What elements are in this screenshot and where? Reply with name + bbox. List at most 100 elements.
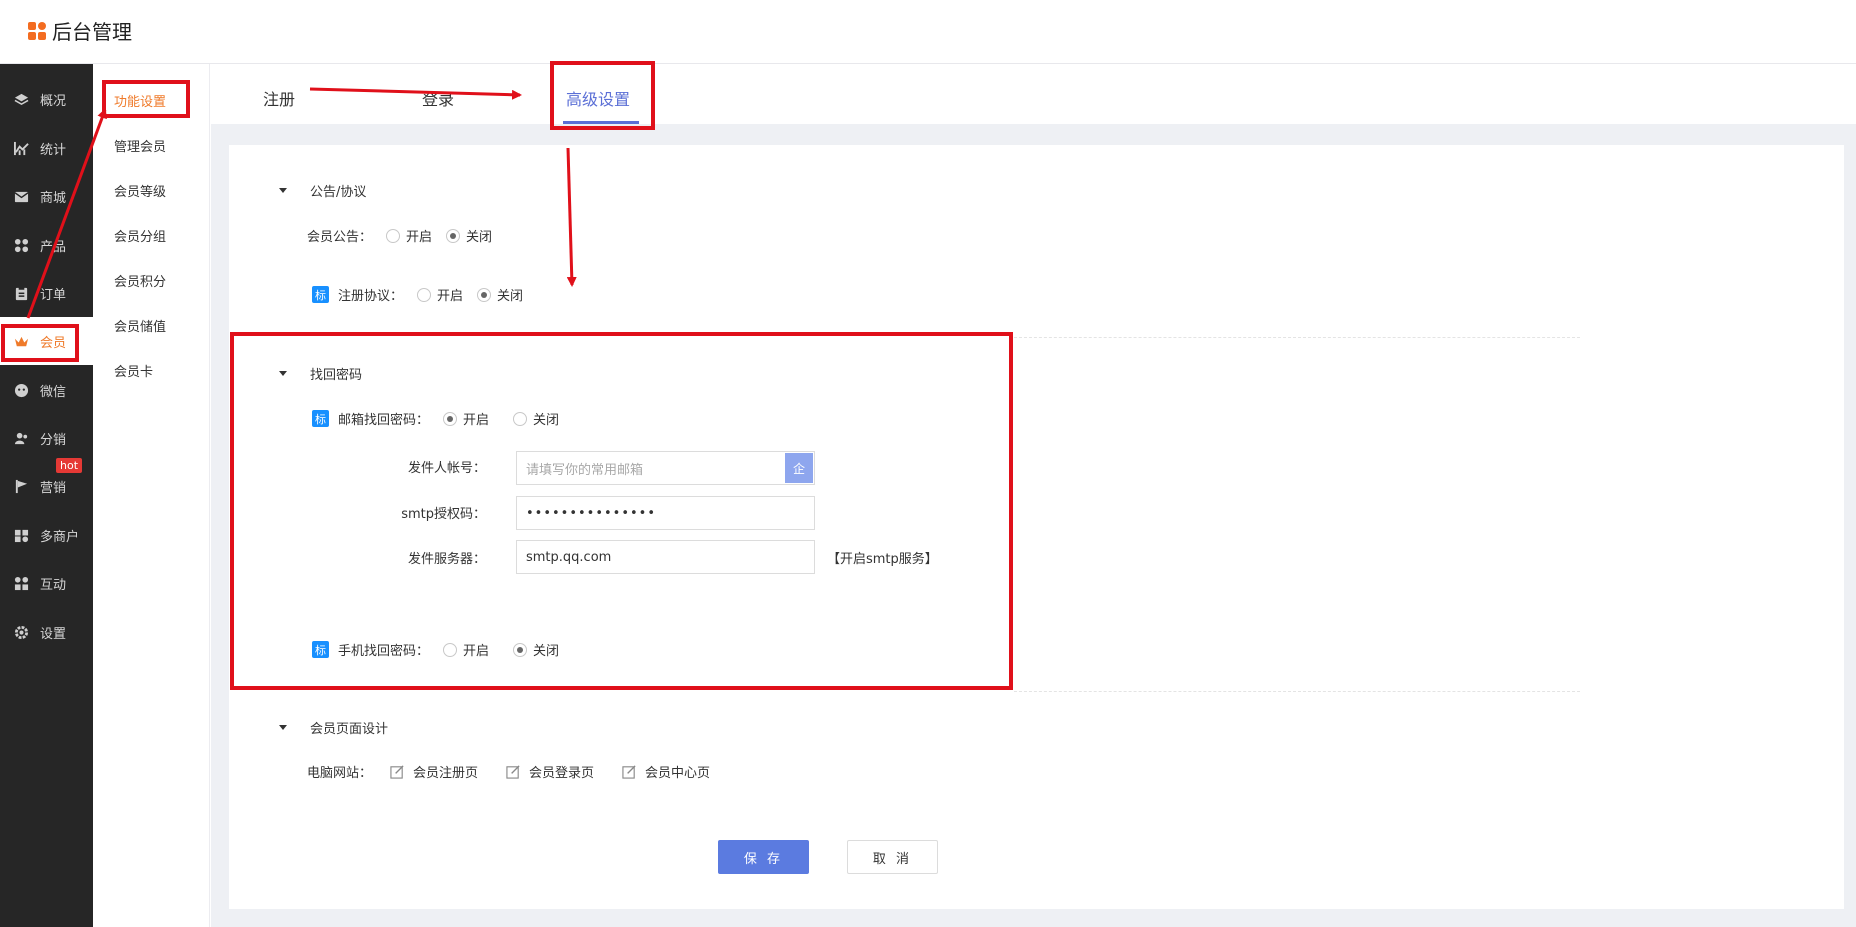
edit-member-center-page[interactable]: 会员中心页 xyxy=(622,762,710,781)
sidebar-item-settings[interactable]: 设置 xyxy=(0,608,93,656)
phone-close-radio[interactable] xyxy=(513,642,528,657)
pc-site-row: 电脑网站： 会员注册页 会员登录页 会员中心页 xyxy=(307,762,738,781)
radio-label: 关闭 xyxy=(466,230,493,245)
settings-card: 公告/协议 会员公告： 开启 关闭 标 注册协议： 开启 关闭 找回密码 标 邮… xyxy=(229,145,1844,909)
people-icon xyxy=(13,575,30,592)
sidebar-item-label: 订单 xyxy=(40,287,67,303)
member-notice-row: 会员公告： 开启 关闭 xyxy=(307,226,492,245)
sidebar-item-label: 多商户 xyxy=(40,529,80,545)
notice-open-radio[interactable] xyxy=(386,228,401,243)
brand: 后台管理 xyxy=(28,16,132,45)
sidebar-item-label: 概况 xyxy=(40,93,67,109)
register-agreement-row: 标 注册协议： 开启 关闭 xyxy=(312,285,523,304)
hot-badge: hot xyxy=(56,458,83,473)
page-link-label: 会员注册页 xyxy=(413,766,479,781)
sidebar-item-distribution[interactable]: 分销 xyxy=(0,414,93,462)
sidebar-item-label: 微信 xyxy=(40,384,67,400)
sender-email-input[interactable]: 请填写你的常用邮箱 企 xyxy=(516,451,815,485)
sender-account-label: 发件人帐号： xyxy=(407,461,486,476)
radio-label: 关闭 xyxy=(533,413,560,428)
sidebar-item-wechat[interactable]: 微信 xyxy=(0,366,93,414)
notice-close-radio[interactable] xyxy=(446,228,461,243)
section-notice-agreement[interactable]: 公告/协议 xyxy=(279,181,366,200)
grid-icon xyxy=(13,237,30,254)
sidebar-item-order[interactable]: 订单 xyxy=(0,269,93,317)
sub-nav: 功能设置 管理会员 会员等级 会员分组 会员积分 会员储值 会员卡 xyxy=(93,64,210,927)
save-button[interactable]: 保 存 xyxy=(718,840,809,874)
edit-icon xyxy=(390,765,404,779)
subnav-item-member-points[interactable]: 会员积分 xyxy=(114,271,166,290)
sidebar-item-label: 产品 xyxy=(40,239,67,255)
radio-label: 开启 xyxy=(437,289,464,304)
sidebar-item-label: 统计 xyxy=(40,142,67,158)
agreement-close-radio[interactable] xyxy=(477,287,492,302)
smtp-server-value: smtp.qq.com xyxy=(526,549,612,565)
phone-open-radio[interactable] xyxy=(443,642,458,657)
phone-recovery-row: 标 手机找回密码： 开启 关闭 xyxy=(312,640,559,659)
sidebar-item-label: 设置 xyxy=(40,626,67,642)
layers-icon xyxy=(13,91,30,108)
tag-badge: 标 xyxy=(312,286,329,303)
smtp-code-input[interactable]: ••••••••••••••• xyxy=(516,496,815,530)
field-label: 手机找回密码： xyxy=(338,644,430,659)
sidebar-item-overview[interactable]: 概况 xyxy=(0,75,93,123)
sidebar-item-label: 分销 xyxy=(40,432,67,448)
sidebar-item-product[interactable]: 产品 xyxy=(0,221,93,269)
cancel-button[interactable]: 取 消 xyxy=(847,840,938,874)
page-link-label: 会员中心页 xyxy=(645,766,711,781)
field-label: 邮箱找回密码： xyxy=(338,413,430,428)
tab-bar: 注册 登录 高级设置 xyxy=(211,64,1856,124)
edit-icon xyxy=(506,765,520,779)
gear-icon xyxy=(13,624,30,641)
subnav-item-member-balance[interactable]: 会员储值 xyxy=(114,316,166,335)
email-recovery-row: 标 邮箱找回密码： 开启 关闭 xyxy=(312,409,559,428)
section-member-page-design[interactable]: 会员页面设计 xyxy=(279,718,388,737)
edit-login-page[interactable]: 会员登录页 xyxy=(506,762,594,781)
qq-enterprise-button[interactable]: 企 xyxy=(785,453,813,483)
sidebar: 概况 统计 商城 产品 订单 会员 微信 分销 营销 hot 多商户 互动 设置 xyxy=(0,64,93,927)
caret-down-icon xyxy=(279,371,287,376)
subnav-item-member-card[interactable]: 会员卡 xyxy=(114,361,153,380)
subnav-item-manage-members[interactable]: 管理会员 xyxy=(114,136,166,155)
smtp-server-input[interactable]: smtp.qq.com xyxy=(516,540,815,574)
sidebar-item-multi-merchant[interactable]: 多商户 xyxy=(0,511,93,559)
wechat-icon xyxy=(13,382,30,399)
radio-label: 开启 xyxy=(406,230,433,245)
sidebar-item-stats[interactable]: 统计 xyxy=(0,124,93,172)
radio-label: 关闭 xyxy=(497,289,524,304)
sidebar-item-interaction[interactable]: 互动 xyxy=(0,559,93,607)
section-password-recovery[interactable]: 找回密码 xyxy=(279,364,362,383)
subnav-item-member-levels[interactable]: 会员等级 xyxy=(114,181,166,200)
tab-advanced-settings[interactable]: 高级设置 xyxy=(566,86,630,110)
app-title: 后台管理 xyxy=(52,20,132,44)
sidebar-item-marketing[interactable]: 营销 hot xyxy=(0,458,93,510)
sidebar-item-member[interactable]: 会员 xyxy=(0,317,93,365)
section-title: 找回密码 xyxy=(310,368,363,383)
enable-smtp-link[interactable]: 【开启smtp服务】 xyxy=(827,548,938,567)
edit-register-page[interactable]: 会员注册页 xyxy=(390,762,478,781)
email-open-radio[interactable] xyxy=(443,411,458,426)
subnav-item-member-groups[interactable]: 会员分组 xyxy=(114,226,166,245)
tab-login[interactable]: 登录 xyxy=(422,86,454,110)
edit-icon xyxy=(622,765,636,779)
field-label: 电脑网站： xyxy=(307,766,373,781)
radio-label: 开启 xyxy=(463,644,490,659)
section-title: 会员页面设计 xyxy=(310,722,389,737)
clipboard-icon xyxy=(13,285,30,302)
radio-label: 关闭 xyxy=(533,644,560,659)
sidebar-item-mall[interactable]: 商城 xyxy=(0,172,93,220)
sidebar-item-label: 营销 xyxy=(40,480,67,496)
field-label: 注册协议： xyxy=(338,289,404,304)
smtp-server-label: 发件服务器： xyxy=(407,552,486,567)
sidebar-item-label: 互动 xyxy=(40,577,67,593)
email-close-radio[interactable] xyxy=(513,411,528,426)
subnav-item-function-settings[interactable]: 功能设置 xyxy=(114,91,166,110)
sidebar-item-label: 会员 xyxy=(40,335,67,351)
tab-register[interactable]: 注册 xyxy=(263,86,295,110)
users-icon xyxy=(13,430,30,447)
top-bar: 后台管理 xyxy=(0,0,1856,64)
field-label: 会员公告： xyxy=(307,230,373,245)
sidebar-item-label: 商城 xyxy=(40,190,67,206)
agreement-open-radio[interactable] xyxy=(417,287,432,302)
sender-email-placeholder: 请填写你的常用邮箱 xyxy=(526,462,644,478)
